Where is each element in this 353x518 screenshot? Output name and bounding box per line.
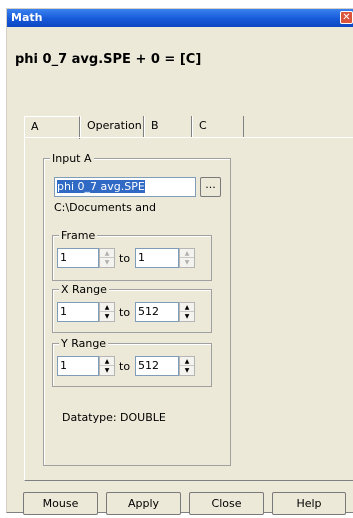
spin-up-icon[interactable]: ▲: [180, 357, 194, 366]
y-range-to-input[interactable]: 512: [135, 356, 179, 376]
mouse-button[interactable]: Mouse: [23, 492, 98, 515]
spin-up-icon[interactable]: ▲: [180, 303, 194, 312]
tab-c[interactable]: C: [192, 116, 244, 138]
spin-up-icon[interactable]: ▲: [100, 249, 114, 258]
formula-label: phi 0_7 avg.SPE + 0 = [C]: [15, 52, 202, 67]
window-title: Math: [11, 11, 43, 24]
frame-group: Frame 1 ▲ ▼ to 1 ▲ ▼: [52, 229, 212, 281]
x-range-from-input[interactable]: 1: [57, 302, 99, 322]
tab-b[interactable]: B: [144, 116, 192, 138]
spin-down-icon[interactable]: ▼: [180, 366, 194, 375]
spin-up-icon[interactable]: ▲: [180, 249, 194, 258]
spin-down-icon[interactable]: ▼: [180, 258, 194, 267]
frame-from-input[interactable]: 1: [57, 248, 99, 268]
x-range-to-spinner[interactable]: ▲ ▼: [179, 302, 195, 322]
spin-down-icon[interactable]: ▼: [100, 312, 114, 321]
spin-down-icon[interactable]: ▼: [180, 312, 194, 321]
spin-down-icon[interactable]: ▼: [100, 258, 114, 267]
y-range-group: Y Range 1 ▲ ▼ to 512 ▲ ▼: [52, 337, 212, 387]
file-name-value: phi 0_7 avg.SPE: [57, 180, 145, 193]
spin-up-icon[interactable]: ▲: [100, 303, 114, 312]
frame-label: Frame: [59, 229, 98, 242]
frame-to-input[interactable]: 1: [135, 248, 179, 268]
tab-panel-a: Input A phi 0_7 avg.SPE ... C:\Documents…: [24, 137, 353, 481]
input-a-label: Input A: [50, 152, 94, 165]
frame-from-spinner[interactable]: ▲ ▼: [99, 248, 115, 268]
math-dialog: Math ✕ phi 0_7 avg.SPE + 0 = [C] A Opera…: [6, 8, 353, 515]
y-range-from-spinner[interactable]: ▲ ▼: [99, 356, 115, 376]
help-button[interactable]: Help: [272, 492, 346, 515]
y-range-to-spinner[interactable]: ▲ ▼: [179, 356, 195, 376]
x-range-to-input[interactable]: 512: [135, 302, 179, 322]
x-range-label: X Range: [59, 283, 109, 296]
apply-button[interactable]: Apply: [106, 492, 181, 515]
y-range-from-input[interactable]: 1: [57, 356, 99, 376]
y-range-label: Y Range: [59, 337, 109, 350]
file-path: C:\Documents and: [54, 201, 157, 214]
datatype-label: Datatype: DOUBLE: [62, 411, 166, 424]
frame-to-spinner[interactable]: ▲ ▼: [179, 248, 195, 268]
tab-operation[interactable]: Operation: [80, 116, 144, 138]
close-button[interactable]: Close: [189, 492, 264, 515]
x-range-from-spinner[interactable]: ▲ ▼: [99, 302, 115, 322]
frame-to-label: to: [119, 252, 131, 265]
input-a-group: Input A phi 0_7 avg.SPE ... C:\Documents…: [43, 152, 231, 466]
title-bar[interactable]: Math ✕: [7, 9, 353, 27]
close-window-icon[interactable]: ✕: [340, 11, 353, 24]
x-range-group: X Range 1 ▲ ▼ to 512 ▲ ▼: [52, 283, 212, 333]
browse-button[interactable]: ...: [200, 177, 221, 197]
x-range-to-label: to: [119, 306, 131, 319]
spin-down-icon[interactable]: ▼: [100, 366, 114, 375]
spin-up-icon[interactable]: ▲: [100, 357, 114, 366]
y-range-to-label: to: [119, 360, 131, 373]
tab-a[interactable]: A: [24, 116, 80, 139]
file-name-field[interactable]: phi 0_7 avg.SPE: [54, 177, 196, 197]
